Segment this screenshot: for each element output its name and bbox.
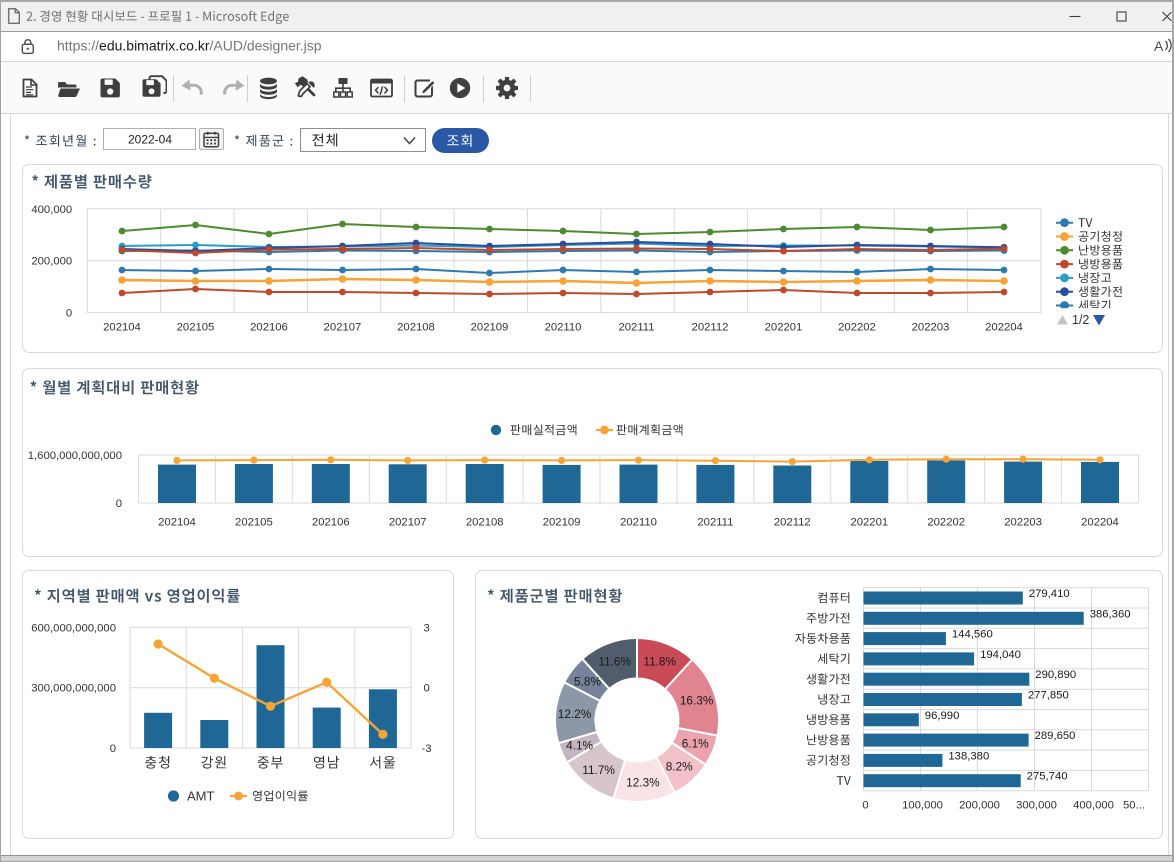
svg-text:300,000: 300,000 bbox=[1016, 800, 1057, 812]
svg-text:202111: 202111 bbox=[618, 322, 654, 334]
svg-text:202104: 202104 bbox=[103, 322, 141, 334]
svg-text:202106: 202106 bbox=[312, 517, 350, 529]
svg-text:202104: 202104 bbox=[158, 517, 196, 529]
svg-text:A: A bbox=[1154, 38, 1164, 54]
svg-text:202110: 202110 bbox=[545, 322, 582, 334]
svg-text:138,380: 138,380 bbox=[948, 750, 989, 762]
svg-text:11.6%: 11.6% bbox=[598, 655, 631, 669]
svg-text:202106: 202106 bbox=[250, 322, 288, 334]
svg-text:202109: 202109 bbox=[543, 517, 581, 529]
svg-text:200,000: 200,000 bbox=[959, 800, 1000, 812]
svg-text:202112: 202112 bbox=[774, 517, 811, 529]
svg-text:50...: 50... bbox=[1123, 800, 1145, 812]
svg-text:202109: 202109 bbox=[471, 322, 509, 334]
svg-text:202105: 202105 bbox=[177, 322, 215, 334]
svg-text:202108: 202108 bbox=[466, 517, 504, 529]
svg-text:11.7%: 11.7% bbox=[582, 763, 615, 777]
svg-text:0: 0 bbox=[66, 307, 72, 319]
svg-text:5.8%: 5.8% bbox=[574, 675, 601, 689]
svg-text:6.1%: 6.1% bbox=[682, 737, 709, 751]
svg-text:290,890: 290,890 bbox=[1035, 669, 1076, 681]
svg-text:277,850: 277,850 bbox=[1028, 690, 1069, 702]
svg-text:400,000: 400,000 bbox=[31, 204, 72, 216]
svg-text:200,000: 200,000 bbox=[31, 256, 72, 268]
svg-text:202108: 202108 bbox=[397, 322, 435, 334]
svg-text:144,560: 144,560 bbox=[952, 629, 993, 641]
svg-text:300,000,000,000: 300,000,000,000 bbox=[31, 683, 116, 695]
svg-text:0: 0 bbox=[424, 683, 430, 695]
svg-text:1,600,000,000,000: 1,600,000,000,000 bbox=[28, 450, 122, 462]
svg-text:202201: 202201 bbox=[850, 517, 888, 529]
svg-text:202203: 202203 bbox=[912, 322, 950, 334]
svg-text:12.3%: 12.3% bbox=[626, 776, 660, 790]
svg-text:202112: 202112 bbox=[692, 322, 729, 334]
svg-text:0: 0 bbox=[110, 743, 116, 755]
svg-text:11.8%: 11.8% bbox=[643, 655, 676, 669]
svg-text:202203: 202203 bbox=[1004, 517, 1042, 529]
svg-text:202111: 202111 bbox=[697, 517, 733, 529]
svg-text:279,410: 279,410 bbox=[1029, 588, 1070, 600]
svg-text:https://edu.bimatrix.co.kr/AUD: https://edu.bimatrix.co.kr/AUD/designer.… bbox=[57, 38, 322, 54]
svg-text:-3: -3 bbox=[422, 743, 432, 755]
svg-text:0: 0 bbox=[862, 800, 868, 812]
svg-text:4.1%: 4.1% bbox=[566, 739, 593, 753]
svg-text:600,000,000,000: 600,000,000,000 bbox=[31, 622, 116, 634]
svg-text:202105: 202105 bbox=[235, 517, 273, 529]
svg-text:AMT: AMT bbox=[187, 789, 215, 804]
svg-text:12.2%: 12.2% bbox=[558, 707, 592, 721]
svg-text:202204: 202204 bbox=[1081, 517, 1119, 529]
svg-text:202107: 202107 bbox=[389, 517, 427, 529]
svg-text:1/2: 1/2 bbox=[1072, 313, 1089, 327]
svg-text:8.2%: 8.2% bbox=[666, 760, 693, 774]
svg-text:16.3%: 16.3% bbox=[680, 694, 714, 708]
svg-text:386,360: 386,360 bbox=[1090, 608, 1131, 620]
svg-text:2022-04: 2022-04 bbox=[128, 133, 172, 147]
svg-text:202204: 202204 bbox=[985, 322, 1023, 334]
svg-text:202107: 202107 bbox=[324, 322, 362, 334]
svg-text:202202: 202202 bbox=[838, 322, 876, 334]
svg-text:194,040: 194,040 bbox=[980, 649, 1021, 661]
svg-text:0: 0 bbox=[116, 498, 122, 510]
svg-text:275,740: 275,740 bbox=[1027, 771, 1068, 783]
svg-text:202110: 202110 bbox=[620, 517, 657, 529]
svg-text:202201: 202201 bbox=[765, 322, 803, 334]
svg-text:3: 3 bbox=[424, 622, 430, 634]
svg-text:400,000: 400,000 bbox=[1073, 800, 1114, 812]
svg-text:202202: 202202 bbox=[927, 517, 965, 529]
svg-text:100,000: 100,000 bbox=[902, 800, 943, 812]
svg-text:96,990: 96,990 bbox=[925, 710, 960, 722]
svg-text:289,650: 289,650 bbox=[1035, 730, 1076, 742]
